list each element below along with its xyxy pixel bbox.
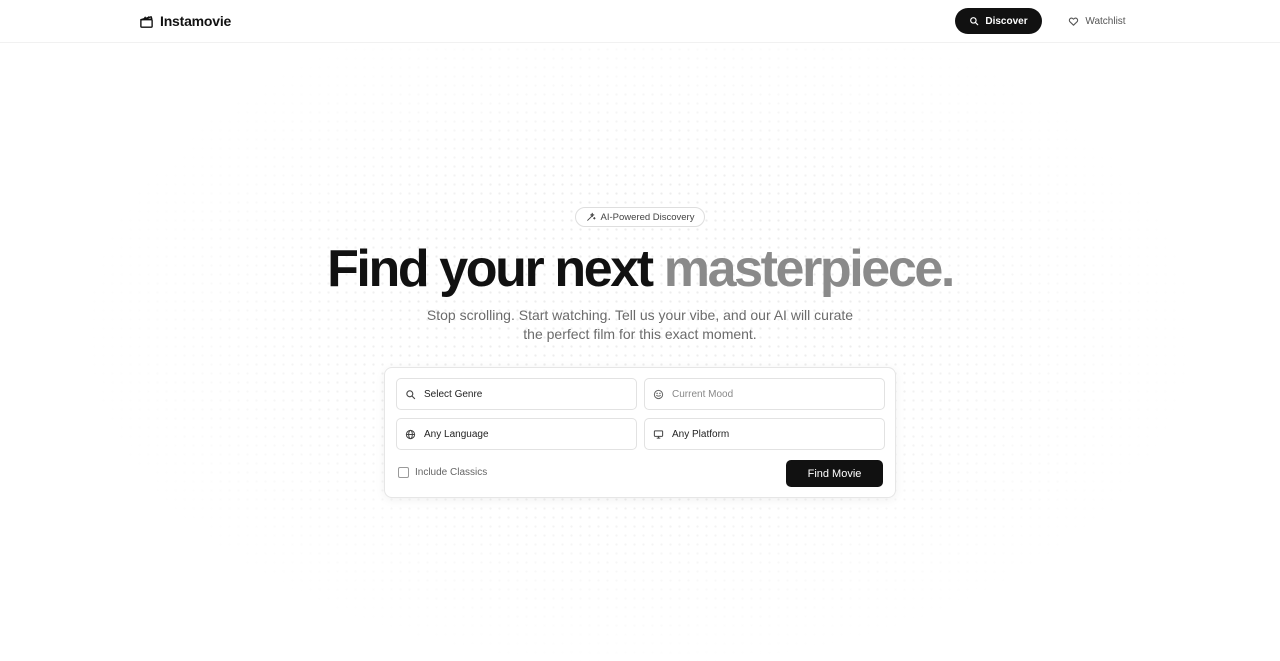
movie-finder-card: Select Genre Any Languag: [384, 367, 896, 498]
ai-discovery-badge: AI-Powered Discovery: [575, 207, 705, 227]
top-navbar: Instamovie Discover Watchlist: [0, 0, 1280, 43]
headline-accent: masterpiece.: [663, 240, 956, 298]
include-classics-checkbox[interactable]: [398, 467, 409, 478]
brand-logo-link[interactable]: Instamovie: [139, 12, 231, 30]
nav-watchlist-button[interactable]: Watchlist: [1060, 8, 1134, 34]
heart-icon: [1068, 16, 1079, 27]
smile-icon: [653, 389, 664, 400]
nav-watchlist-label: Watchlist: [1085, 15, 1126, 27]
include-classics-toggle[interactable]: Include Classics: [398, 467, 487, 478]
globe-icon: [405, 429, 416, 440]
platform-select-value: Any Platform: [672, 428, 730, 440]
nav-discover-button[interactable]: Discover: [955, 8, 1042, 34]
nav-discover-label: Discover: [985, 15, 1028, 27]
genre-select[interactable]: Select Genre: [396, 378, 637, 410]
sparkles-icon: [586, 212, 596, 222]
genre-select-value: Select Genre: [424, 388, 483, 400]
mood-field[interactable]: [644, 378, 885, 410]
page: Instamovie Discover Watchlist AI-Powered…: [0, 0, 1280, 661]
hero-headline: Find your next masterpiece.: [0, 238, 1280, 300]
language-select[interactable]: Any Language: [396, 418, 637, 450]
badge-label: AI-Powered Discovery: [600, 211, 695, 223]
search-icon: [405, 389, 416, 400]
hero-subtitle: Stop scrolling. Start watching. Tell us …: [426, 307, 854, 342]
find-movie-button[interactable]: Find Movie: [786, 460, 883, 487]
headline-main: Find your next: [327, 240, 664, 298]
brand-name: Instamovie: [160, 13, 232, 29]
clapperboard-icon: [139, 14, 154, 29]
search-icon: [969, 16, 979, 26]
include-classics-label: Include Classics: [415, 467, 488, 478]
language-select-value: Any Language: [424, 428, 489, 440]
platform-select[interactable]: Any Platform: [644, 418, 885, 450]
mood-input[interactable]: [672, 388, 862, 400]
monitor-icon: [653, 429, 664, 440]
